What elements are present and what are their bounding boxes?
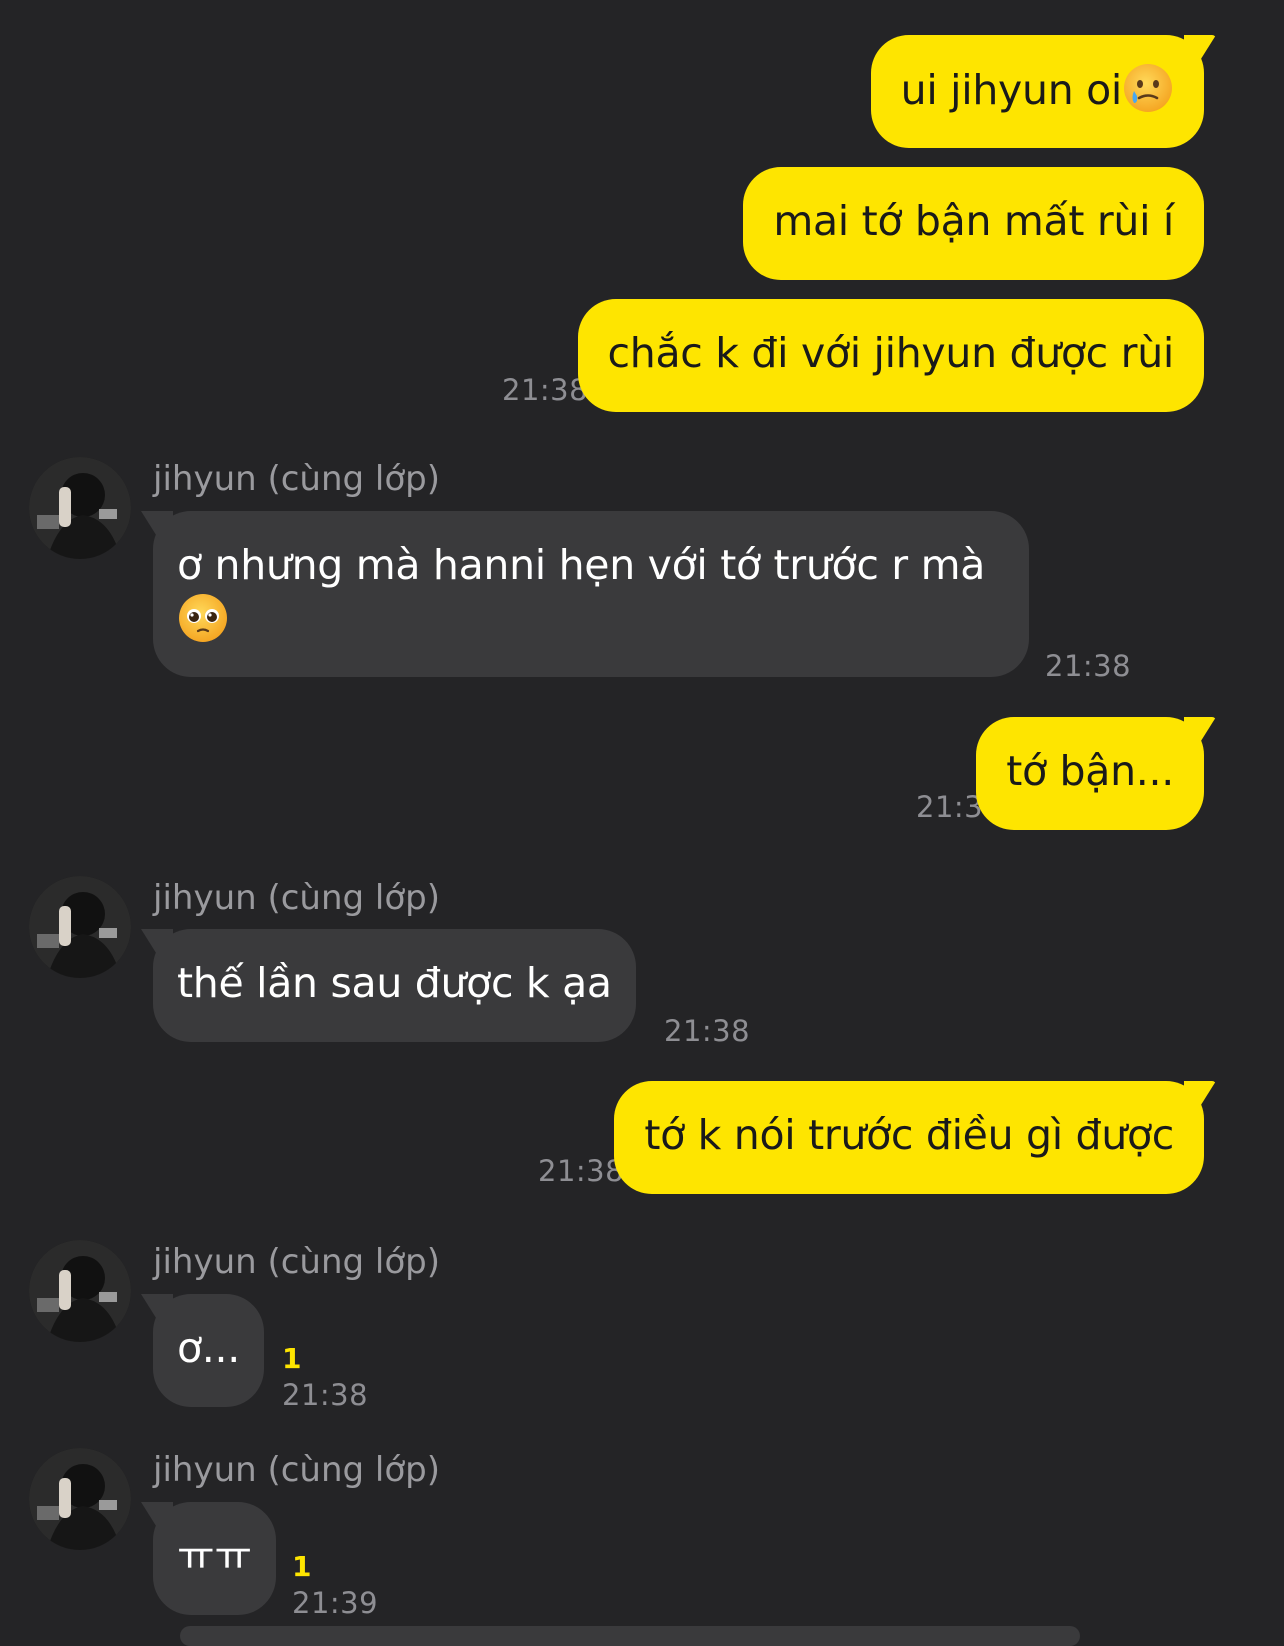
message-text: ui jihyun oi [900, 66, 1123, 114]
avatar-photo-icon [29, 1240, 131, 1342]
sender-avatar[interactable] [29, 1448, 131, 1550]
chat-room[interactable]: ui jihyun oi mai tớ bận mất rùi í 21:38 … [0, 0, 1284, 1646]
sender-name: jihyun (cùng lớp) [153, 459, 441, 499]
pleading-face-icon [179, 594, 227, 642]
avatar-photo-icon [29, 457, 131, 559]
message-text: thế lần sau được k ạa [177, 959, 612, 1007]
outgoing-message-bubble[interactable]: tớ bận... [976, 717, 1204, 830]
face-holding-back-tears-icon [1124, 64, 1172, 112]
sender-name: jihyun (cùng lớp) [153, 1242, 441, 1282]
incoming-message-bubble[interactable]: ㅠㅠ [153, 1502, 276, 1615]
outgoing-message-bubble[interactable]: tớ k nói trước điều gì được [614, 1081, 1204, 1194]
unread-count: 1 [282, 1342, 302, 1375]
message-timestamp: 21:38 [664, 1014, 751, 1048]
sender-name: jihyun (cùng lớp) [153, 878, 441, 918]
message-timestamp: 21:38 [282, 1378, 369, 1412]
outgoing-message-bubble[interactable]: mai tớ bận mất rùi í [743, 167, 1204, 280]
avatar-photo-icon [29, 876, 131, 978]
message-timestamp: 21:38 [502, 373, 589, 407]
outgoing-message-bubble[interactable]: chắc k đi với jihyun được rùi [577, 299, 1204, 412]
message-text: ơ... [177, 1324, 240, 1372]
message-text: chắc k đi với jihyun được rùi [607, 329, 1175, 377]
outgoing-message-bubble[interactable]: ui jihyun oi [870, 35, 1204, 148]
message-timestamp: 21:38 [538, 1154, 625, 1188]
sender-avatar[interactable] [29, 876, 131, 978]
sender-avatar[interactable] [29, 1240, 131, 1342]
message-text: mai tớ bận mất rùi í [773, 197, 1174, 245]
sender-name: jihyun (cùng lớp) [153, 1450, 441, 1490]
incoming-message-bubble[interactable]: ơ... [153, 1294, 264, 1407]
sender-avatar[interactable] [29, 457, 131, 559]
unread-count: 1 [292, 1550, 312, 1583]
message-timestamp: 21:38 [1045, 649, 1132, 683]
avatar-photo-icon [29, 1448, 131, 1550]
incoming-message-bubble[interactable]: thế lần sau được k ạa [153, 929, 636, 1042]
message-text: tớ k nói trước điều gì được [644, 1111, 1174, 1159]
message-text: tớ bận... [1006, 747, 1174, 795]
message-text: ơ nhưng mà hanni hẹn với tớ trước r mà [177, 541, 986, 589]
message-timestamp: 21:39 [292, 1586, 379, 1620]
next-message-bubble-edge [180, 1626, 1080, 1646]
message-text: ㅠㅠ [177, 1532, 252, 1580]
incoming-message-bubble[interactable]: ơ nhưng mà hanni hẹn với tớ trước r mà [153, 511, 1029, 677]
